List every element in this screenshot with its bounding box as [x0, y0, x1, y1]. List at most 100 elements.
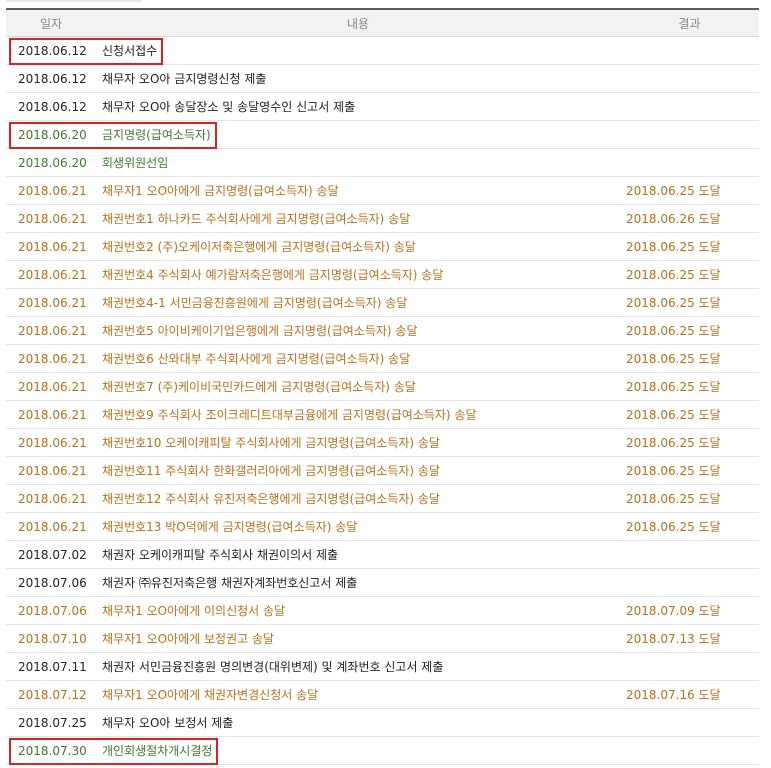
row-date: 2018.07.12	[6, 680, 96, 709]
table-row: 2018.06.21 채권번호13 박O덕에게 금지명령(급여소득자) 송달 201…	[6, 512, 759, 541]
row-result: 2018.06.25 도달	[620, 512, 759, 541]
row-date: 2018.06.21	[6, 288, 96, 317]
table-row: 2018.06.21 채권번호11 주식회사 한화갤러리아에게 금지명령(급여소득…	[6, 456, 759, 485]
row-date: 2018.07.06	[6, 568, 96, 597]
row-date: 2018.06.20	[6, 120, 96, 149]
header-content: 내용	[96, 8, 620, 37]
table-row: 2018.06.21 채권번호1 하나카드 주식회사에게 금지명령(급여소득자) …	[6, 204, 759, 233]
row-date: 2018.06.21	[6, 316, 96, 345]
row-result	[620, 736, 759, 765]
row-content: 채권번호5 아이비케이기업은행에게 금지명령(급여소득자) 송달	[96, 316, 620, 345]
row-content: 채권번호12 주식회사 유진저축은행에게 금지명령(급여소득자) 송달	[96, 484, 620, 513]
row-content: 채권자 서민금융진흥원 명의변경(대위변제) 및 계좌번호 신고서 제출	[96, 652, 620, 681]
table-row: 2018.06.21 채권번호7 (주)케이비국민카드에게 금지명령(급여소득자)…	[6, 372, 759, 401]
table-row: 2018.07.06 채권자 ㈜유진저축은행 채권자계좌번호신고서 제출	[6, 568, 759, 597]
row-result: 2018.06.25 도달	[620, 316, 759, 345]
row-content: 채권번호4-1 서민금융진흥원에게 금지명령(급여소득자) 송달	[96, 288, 620, 317]
row-date: 2018.06.12	[6, 92, 96, 121]
row-date: 2018.06.21	[6, 344, 96, 373]
table-row: 2018.06.21 채권번호5 아이비케이기업은행에게 금지명령(급여소득자) …	[6, 316, 759, 345]
row-date: 2018.06.12	[6, 64, 96, 93]
row-date: 2018.06.21	[6, 400, 96, 429]
row-content: 채권번호6 산와대부 주식회사에게 금지명령(급여소득자) 송달	[96, 344, 620, 373]
row-date: 2018.07.30	[6, 736, 96, 765]
row-result	[620, 540, 759, 569]
row-date: 2018.06.21	[6, 428, 96, 457]
table-row: 2018.07.30 개인회생절차개시결정	[6, 736, 759, 765]
header-date: 일자	[6, 8, 96, 37]
row-date: 2018.06.21	[6, 232, 96, 261]
row-result: 2018.07.13 도달	[620, 624, 759, 653]
table-row: 2018.06.12 신청서접수	[6, 36, 759, 65]
row-result	[620, 708, 759, 737]
row-content: 채권번호4 주식회사 예가람저축은행에게 금지명령(급여소득자) 송달	[96, 260, 620, 289]
row-content: 채무자1 오O아에게 채권자변경신청서 송달	[96, 680, 620, 709]
row-result: 2018.06.25 도달	[620, 288, 759, 317]
row-content: 개인회생절차개시결정	[96, 736, 620, 765]
row-date: 2018.06.21	[6, 456, 96, 485]
row-result	[620, 652, 759, 681]
table-row: 2018.07.10 채무자1 오O아에게 보정권고 송달 2018.07.13 도…	[6, 624, 759, 653]
row-date: 2018.06.12	[6, 36, 96, 65]
case-progress-table: 일자 내용 결과 2018.06.12 신청서접수 2018.06.12 채무자 오O…	[6, 8, 759, 765]
row-content: 금지명령(급여소득자)	[96, 120, 620, 149]
row-content: 채권자 ㈜유진저축은행 채권자계좌번호신고서 제출	[96, 568, 620, 597]
row-date: 2018.06.21	[6, 204, 96, 233]
row-result: 2018.06.25 도달	[620, 372, 759, 401]
table-row: 2018.06.12 채무자 오O아 금지명령신청 제출	[6, 64, 759, 93]
row-date: 2018.06.21	[6, 176, 96, 205]
row-date: 2018.06.21	[6, 512, 96, 541]
table-row: 2018.06.21 채권번호10 오케이캐피탈 주식회사에게 금지명령(급여소득…	[6, 428, 759, 457]
row-content: 채권번호9 주식회사 조이크레디트대부금융에게 금지명령(급여소득자) 송달	[96, 400, 620, 429]
table-row: 2018.06.20 회생위원선임	[6, 148, 759, 177]
row-date: 2018.06.21	[6, 372, 96, 401]
top-divider	[6, 0, 141, 2]
row-result	[620, 148, 759, 177]
table-row: 2018.07.06 채무자1 오O아에게 이의신청서 송달 2018.07.09 …	[6, 596, 759, 625]
table-row: 2018.06.21 채권번호2 (주)오케이저축은행에게 금지명령(급여소득자)…	[6, 232, 759, 261]
row-result: 2018.06.25 도달	[620, 344, 759, 373]
table-row: 2018.06.20 금지명령(급여소득자)	[6, 120, 759, 149]
row-date: 2018.07.10	[6, 624, 96, 653]
table-row: 2018.06.21 채권번호6 산와대부 주식회사에게 금지명령(급여소득자) …	[6, 344, 759, 373]
row-result: 2018.06.25 도달	[620, 456, 759, 485]
row-result: 2018.06.26 도달	[620, 204, 759, 233]
row-content: 채권번호11 주식회사 한화갤러리아에게 금지명령(급여소득자) 송달	[96, 456, 620, 485]
row-result	[620, 36, 759, 65]
row-date: 2018.07.06	[6, 596, 96, 625]
row-date: 2018.07.02	[6, 540, 96, 569]
table-header-row: 일자 내용 결과	[6, 8, 759, 37]
row-date: 2018.06.20	[6, 148, 96, 177]
row-content: 채무자1 오O아에게 보정권고 송달	[96, 624, 620, 653]
row-result: 2018.06.25 도달	[620, 484, 759, 513]
row-date: 2018.07.25	[6, 708, 96, 737]
table-row: 2018.07.11 채권자 서민금융진흥원 명의변경(대위변제) 및 계좌번호 …	[6, 652, 759, 681]
table-row: 2018.06.12 채무자 오O아 송달장소 및 송달영수인 신고서 제출	[6, 92, 759, 121]
row-result: 2018.07.09 도달	[620, 596, 759, 625]
table-row: 2018.06.21 채권번호12 주식회사 유진저축은행에게 금지명령(급여소득…	[6, 484, 759, 513]
row-date: 2018.06.21	[6, 260, 96, 289]
table-body: 2018.06.12 신청서접수 2018.06.12 채무자 오O아 금지명령신청 …	[6, 36, 759, 765]
header-result: 결과	[620, 8, 759, 37]
table-row: 2018.06.21 채권번호4 주식회사 예가람저축은행에게 금지명령(급여소득…	[6, 260, 759, 289]
row-result	[620, 120, 759, 149]
table-row: 2018.07.02 채권자 오케이캐피탈 주식회사 채권이의서 제출	[6, 540, 759, 569]
row-result: 2018.07.16 도달	[620, 680, 759, 709]
row-content: 신청서접수	[96, 36, 620, 65]
row-content: 채권번호10 오케이캐피탈 주식회사에게 금지명령(급여소득자) 송달	[96, 428, 620, 457]
row-result: 2018.06.25 도달	[620, 260, 759, 289]
row-content: 회생위원선임	[96, 148, 620, 177]
table-row: 2018.06.21 채권번호4-1 서민금융진흥원에게 금지명령(급여소득자) …	[6, 288, 759, 317]
table-row: 2018.07.25 채무자 오O아 보정서 제출	[6, 708, 759, 737]
row-content: 채권자 오케이캐피탈 주식회사 채권이의서 제출	[96, 540, 620, 569]
row-content: 채권번호7 (주)케이비국민카드에게 금지명령(급여소득자) 송달	[96, 372, 620, 401]
row-content: 채무자 오O아 보정서 제출	[96, 708, 620, 737]
row-date: 2018.06.21	[6, 484, 96, 513]
row-content: 채권번호2 (주)오케이저축은행에게 금지명령(급여소득자) 송달	[96, 232, 620, 261]
table-row: 2018.07.12 채무자1 오O아에게 채권자변경신청서 송달 2018.07.…	[6, 680, 759, 709]
row-result	[620, 568, 759, 597]
row-date: 2018.07.11	[6, 652, 96, 681]
row-result: 2018.06.25 도달	[620, 428, 759, 457]
row-content: 채무자1 오O아에게 금지명령(급여소득자) 송달	[96, 176, 620, 205]
row-content: 채권번호1 하나카드 주식회사에게 금지명령(급여소득자) 송달	[96, 204, 620, 233]
